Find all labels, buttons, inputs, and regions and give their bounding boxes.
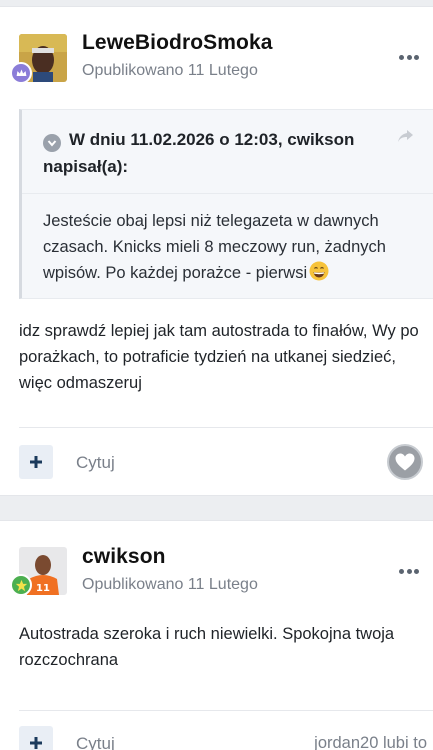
like-button[interactable] [387, 444, 423, 480]
plus-icon [30, 737, 42, 749]
quote-body: Jesteście obaj lepsi niż telegazeta w da… [43, 208, 415, 286]
post-divider [19, 710, 433, 711]
post-divider [19, 427, 433, 428]
multiquote-button[interactable] [19, 726, 53, 750]
post-date[interactable]: Opublikowano 11 Lutego [82, 576, 258, 594]
quote-body-text: Jesteście obaj lepsi niż telegazeta w da… [43, 212, 386, 282]
quote-header: W dniu 11.02.2026 o 12:03, cwikson napis… [22, 110, 433, 194]
svg-text:11: 11 [36, 583, 50, 594]
author-name[interactable]: LeweBiodroSmoka [82, 31, 273, 55]
rank-badge-icon [10, 62, 32, 84]
rank-badge-icon [10, 574, 32, 596]
reaction-summary[interactable]: jordan20 lubi to [314, 734, 427, 750]
multiquote-button[interactable] [19, 445, 53, 479]
post: LeweBiodroSmoka Opublikowano 11 Lutego W… [0, 6, 433, 496]
quote-button[interactable]: Cytuj [76, 453, 115, 473]
post: 11 cwikson Opublikowano 11 Lutego Autost… [0, 520, 433, 750]
plus-icon [30, 456, 42, 468]
post-date[interactable]: Opublikowano 11 Lutego [82, 62, 258, 80]
quote-block: W dniu 11.02.2026 o 12:03, cwikson napis… [19, 109, 433, 299]
more-options-icon[interactable] [399, 568, 419, 574]
quote-header-text: W dniu 11.02.2026 o 12:03, cwikson napis… [43, 130, 355, 176]
heart-icon [395, 453, 415, 471]
grinning-emoji-icon [309, 261, 329, 281]
quote-button[interactable]: Cytuj [76, 734, 115, 750]
chevron-down-icon[interactable] [43, 134, 61, 152]
post-body: idz sprawdź lepiej jak tam autostrada to… [19, 322, 419, 392]
author-name[interactable]: cwikson [82, 545, 166, 569]
post-body: Autostrada szeroka i ruch niewielki. Spo… [19, 625, 395, 669]
more-options-icon[interactable] [399, 54, 419, 60]
share-arrow-icon[interactable] [397, 128, 415, 144]
